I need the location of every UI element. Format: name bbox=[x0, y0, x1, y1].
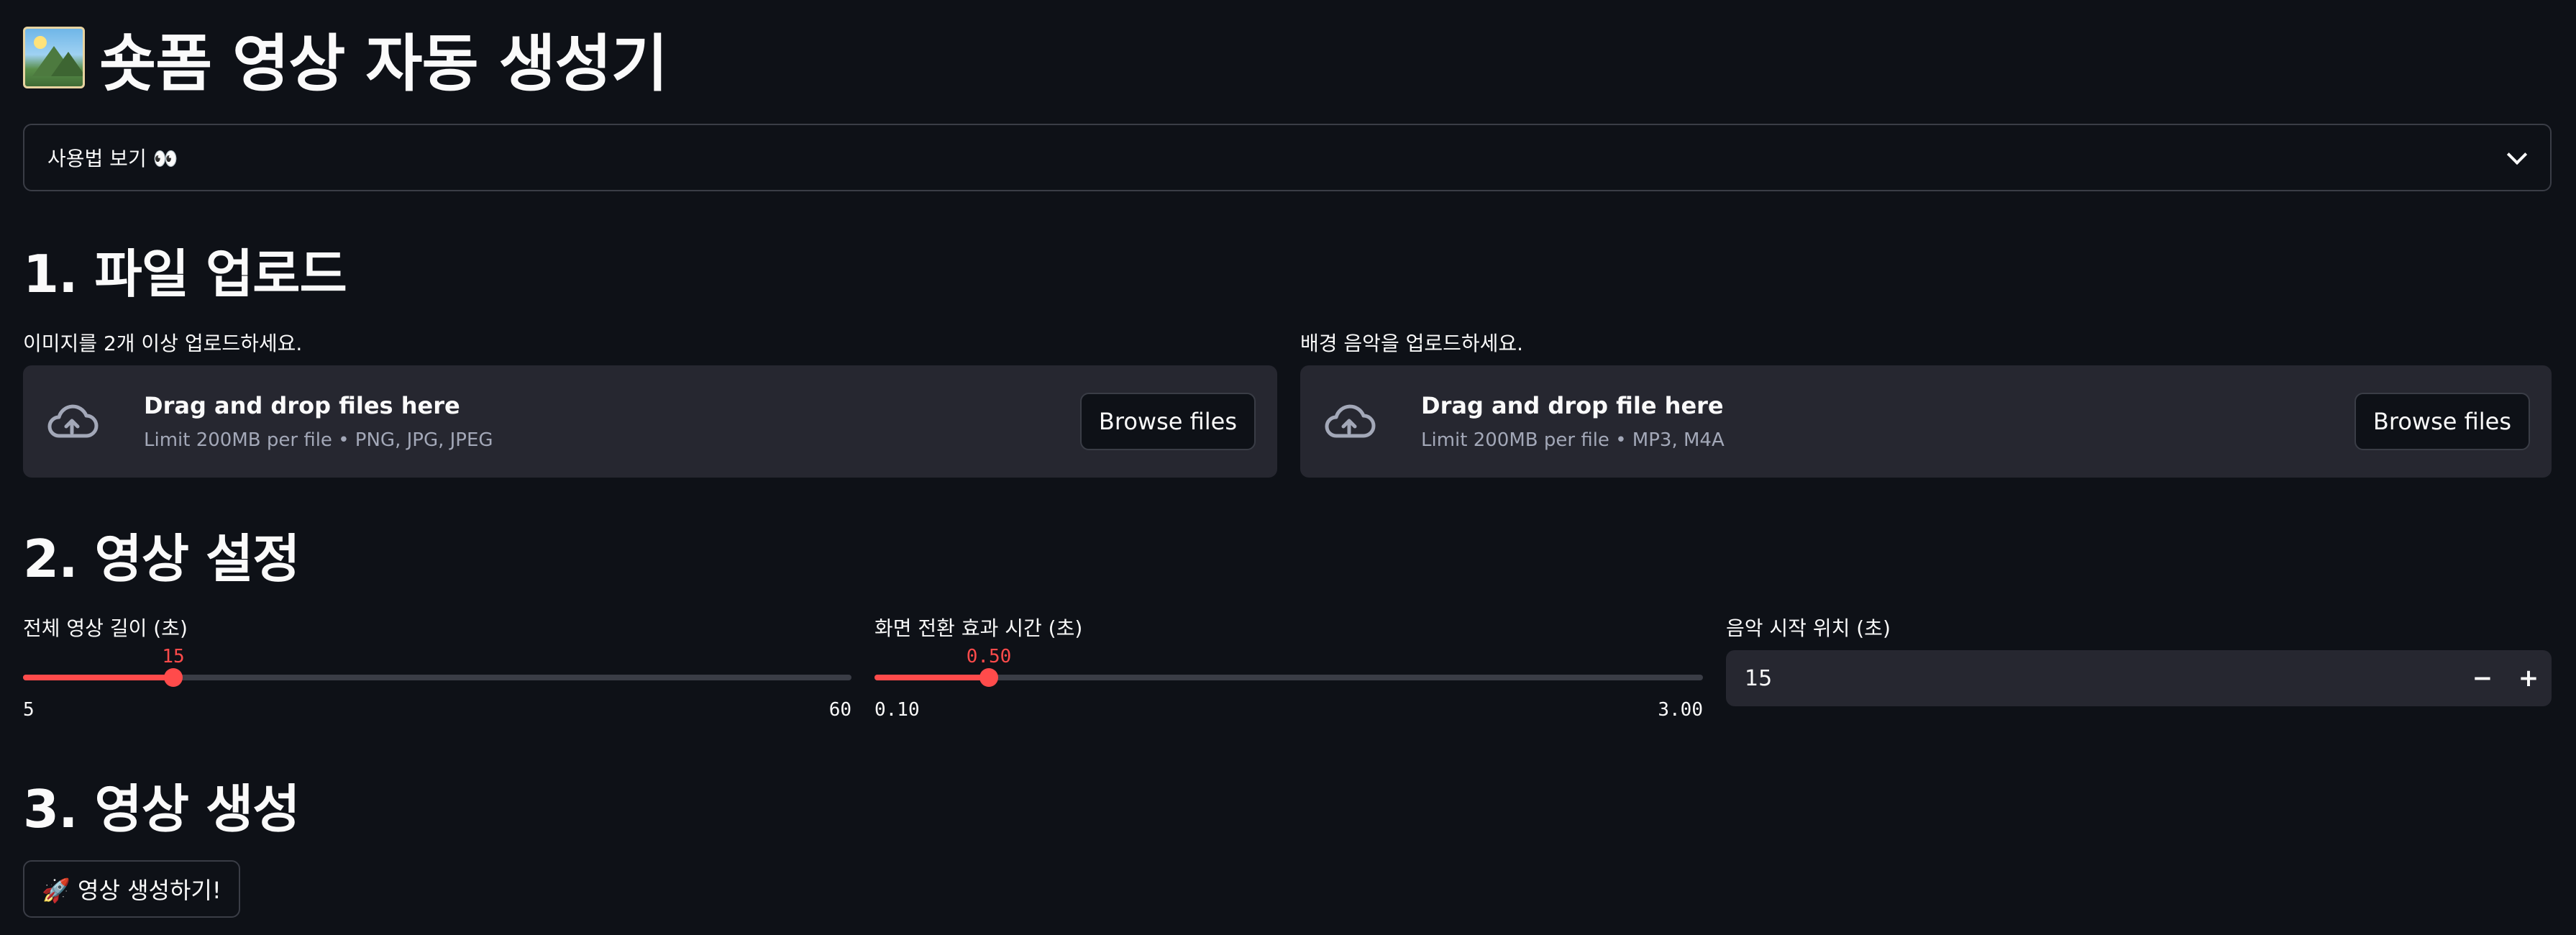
music-start-number-input[interactable]: 15 − + bbox=[1726, 650, 2552, 706]
music-dropzone-limit: Limit 200MB per file • MP3, M4A bbox=[1421, 429, 1725, 451]
duration-slider-thumb[interactable] bbox=[164, 668, 183, 687]
music-start-value[interactable]: 15 bbox=[1745, 666, 2459, 691]
image-dropzone[interactable]: Drag and drop files here Limit 200MB per… bbox=[23, 365, 1277, 478]
duration-slider-value: 15 bbox=[162, 646, 185, 667]
chevron-down-icon bbox=[2506, 144, 2528, 165]
section-file-upload-heading: 1. 파일 업로드 bbox=[23, 244, 347, 304]
transition-slider-thumb[interactable] bbox=[979, 668, 998, 687]
page-title-row: 숏폼 영상 자동 생성기 bbox=[23, 22, 668, 100]
page-title: 숏폼 영상 자동 생성기 bbox=[99, 27, 668, 100]
transition-slider-max: 3.00 bbox=[1658, 699, 1703, 721]
section-video-generate-heading: 3. 영상 생성 bbox=[23, 779, 301, 839]
duration-slider-fill bbox=[23, 675, 173, 680]
usage-expander-label: 사용법 보기 👀 bbox=[47, 147, 178, 170]
decrement-button[interactable]: − bbox=[2459, 650, 2506, 706]
landscape-picture-icon bbox=[23, 27, 85, 88]
music-upload-label: 배경 음악을 업로드하세요. bbox=[1300, 332, 1524, 355]
transition-slider-min: 0.10 bbox=[874, 699, 920, 721]
transition-slider[interactable]: 0.50 0.10 3.00 bbox=[874, 646, 1703, 721]
section-video-settings-heading: 2. 영상 설정 bbox=[23, 529, 301, 589]
transition-slider-fill bbox=[874, 675, 989, 680]
image-dropzone-limit: Limit 200MB per file • PNG, JPG, JPEG bbox=[144, 429, 493, 451]
generate-video-button-label: 🚀 영상 생성하기! bbox=[42, 877, 221, 904]
music-dropzone[interactable]: Drag and drop file here Limit 200MB per … bbox=[1300, 365, 2552, 478]
generate-video-button[interactable]: 🚀 영상 생성하기! bbox=[23, 860, 240, 918]
cloud-upload-icon bbox=[45, 400, 99, 443]
duration-slider-track[interactable] bbox=[23, 668, 851, 687]
transition-slider-track[interactable] bbox=[874, 668, 1703, 687]
music-dropzone-title: Drag and drop file here bbox=[1421, 392, 1724, 419]
duration-slider-max: 60 bbox=[828, 699, 851, 721]
music-browse-button[interactable]: Browse files bbox=[2354, 393, 2530, 450]
image-browse-button[interactable]: Browse files bbox=[1079, 393, 1256, 450]
duration-slider[interactable]: 15 5 60 bbox=[23, 646, 851, 721]
usage-expander[interactable]: 사용법 보기 👀 bbox=[23, 124, 2552, 191]
transition-slider-label: 화면 전환 효과 시간 (초) bbox=[874, 616, 1083, 640]
duration-slider-label: 전체 영상 길이 (초) bbox=[23, 616, 188, 640]
duration-slider-min: 5 bbox=[23, 699, 35, 721]
cloud-upload-icon bbox=[1322, 400, 1376, 443]
image-dropzone-title: Drag and drop files here bbox=[144, 392, 460, 419]
increment-button[interactable]: + bbox=[2506, 650, 2552, 706]
music-start-label: 음악 시작 위치 (초) bbox=[1726, 616, 1891, 640]
transition-slider-value: 0.50 bbox=[966, 646, 1012, 667]
image-upload-label: 이미지를 2개 이상 업로드하세요. bbox=[23, 332, 303, 355]
